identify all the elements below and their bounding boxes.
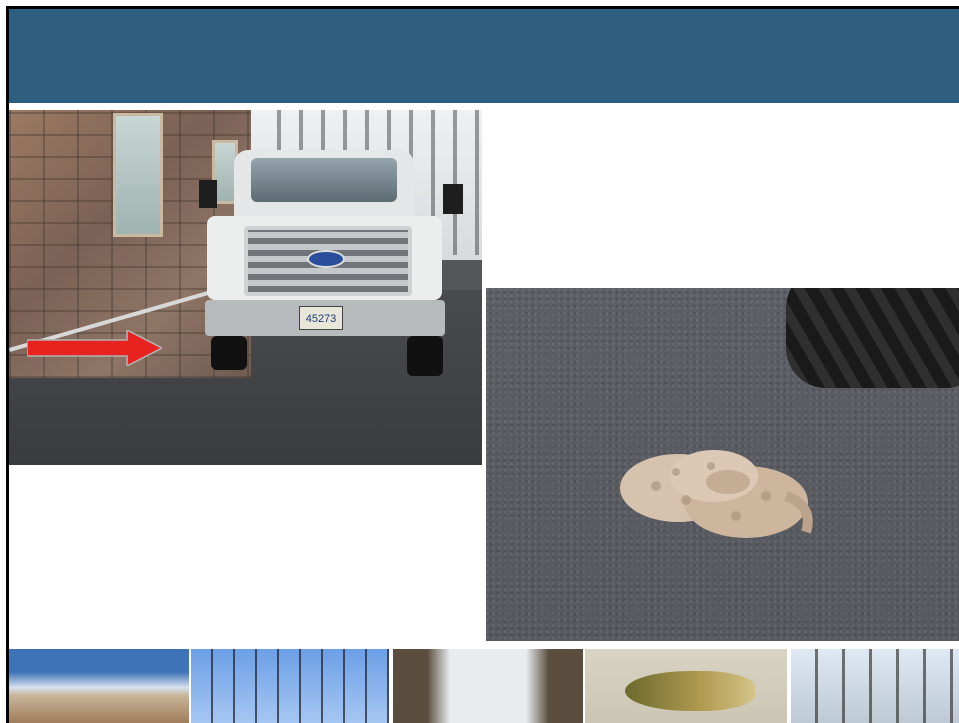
pickup-truck: 45273 <box>199 150 463 376</box>
truck-windshield <box>251 158 397 202</box>
desert-landscape-thumbnail <box>9 649 189 723</box>
fish-thumbnail <box>585 649 787 723</box>
dam-thumbnail <box>393 649 583 723</box>
snake-photo <box>486 288 959 641</box>
substation-thumbnail <box>791 649 959 723</box>
truck-mirror <box>199 180 217 208</box>
coiled-snake-icon <box>620 450 813 538</box>
footer-thumbnail-strip <box>9 649 959 723</box>
truck-photo: 45273 <box>9 110 482 465</box>
truck-mirror <box>443 184 463 214</box>
truck-tire <box>211 336 247 370</box>
header-bar <box>9 9 959 103</box>
truck-logo <box>307 250 345 268</box>
truck-tire <box>407 336 443 376</box>
power-lines-thumbnail <box>191 649 389 723</box>
license-plate: 45273 <box>299 306 343 330</box>
red-arrow-icon <box>27 330 162 366</box>
wall-window <box>113 113 163 237</box>
fish-icon <box>625 671 755 711</box>
slide: 45273 <box>6 6 959 723</box>
tire <box>786 288 959 388</box>
